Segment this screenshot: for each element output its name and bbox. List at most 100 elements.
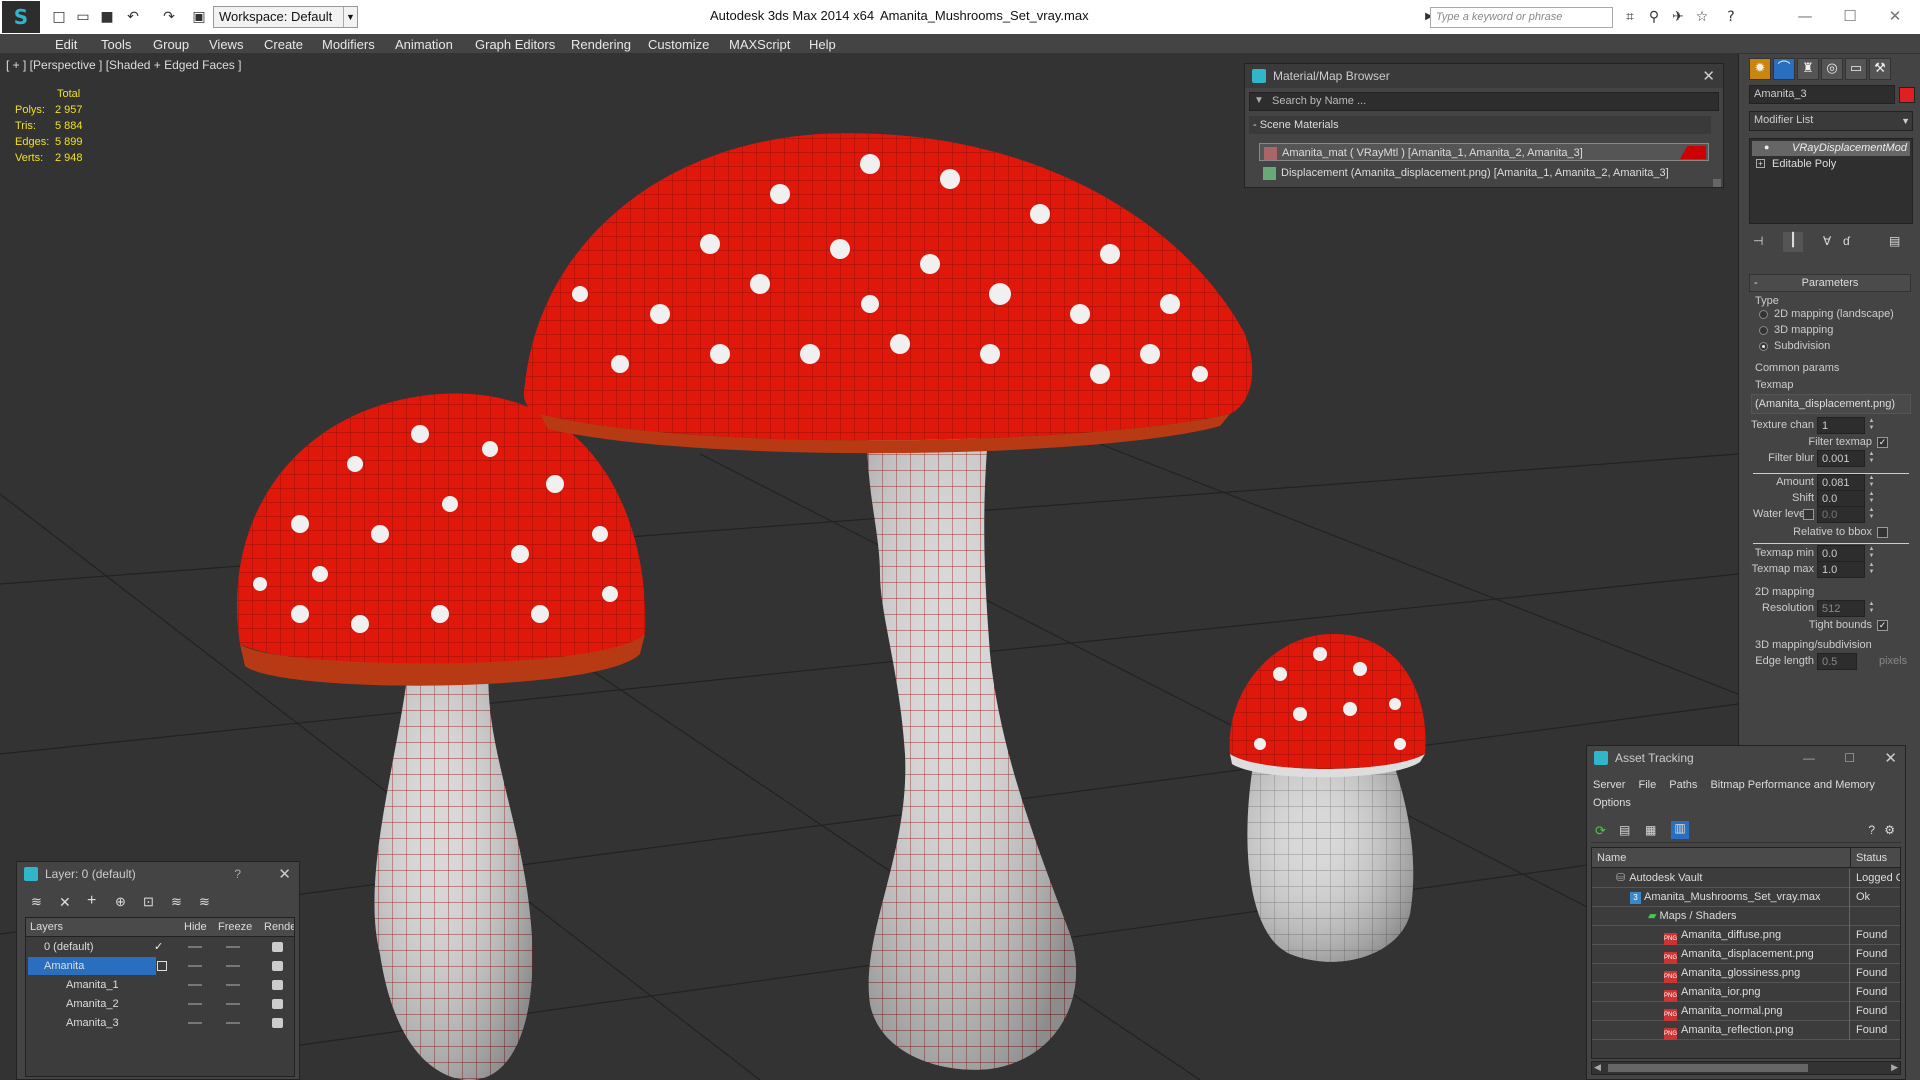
col-name[interactable]: Name	[1597, 848, 1626, 868]
col-render[interactable]: Render	[264, 918, 294, 937]
asset-row[interactable]: PNG Amanita_normal.png Found	[1592, 1002, 1900, 1021]
radio-3d-mapping[interactable]	[1759, 326, 1768, 335]
texmap-button[interactable]: (Amanita_displacement.png)	[1751, 394, 1911, 414]
asset-row[interactable]: 3 Amanita_Mushrooms_Set_vray.max Ok	[1592, 888, 1900, 907]
asset-row[interactable]: PNG Amanita_glossiness.png Found	[1592, 964, 1900, 983]
modifier-stack-item-editable-poly[interactable]: Editable Poly	[1752, 157, 1910, 172]
col-status[interactable]: Status	[1856, 848, 1887, 868]
filter-texmap-checkbox[interactable]: ✓	[1877, 437, 1888, 448]
relative-bbox-checkbox[interactable]	[1877, 527, 1888, 538]
help-icon[interactable]: ?	[1722, 8, 1740, 26]
create-tab-icon[interactable]: ✹	[1749, 58, 1771, 80]
render-teapot-icon[interactable]	[272, 999, 283, 1009]
spinner-icon[interactable]: ▲ ▼	[1867, 601, 1876, 616]
filter-blur-input[interactable]: 0.001	[1817, 450, 1865, 467]
col-layers[interactable]: Layers	[30, 918, 63, 937]
configure-modifier-sets-icon[interactable]: ▤	[1889, 234, 1900, 248]
spinner-icon[interactable]: ▲ ▼	[1867, 562, 1876, 577]
maximize-button[interactable]: ☐	[1844, 746, 1855, 770]
new-file-icon[interactable]: □	[50, 8, 68, 26]
render-teapot-icon[interactable]	[272, 1018, 283, 1028]
menu-file[interactable]: File	[1638, 779, 1656, 791]
thumbnail-view-icon[interactable]: ▦	[1645, 823, 1656, 837]
lightbulb-icon[interactable]: ●	[1764, 142, 1769, 152]
amount-input[interactable]: 0.081	[1817, 474, 1865, 491]
favorites-star-icon[interactable]: ☆	[1693, 8, 1711, 26]
layer-row-amanita[interactable]: Amanita	[26, 957, 294, 975]
help-icon[interactable]: ?	[234, 862, 241, 886]
subscription-icon[interactable]: ⚲	[1645, 8, 1663, 26]
texture-chan-input[interactable]: 1	[1817, 417, 1865, 434]
menu-help[interactable]: Help	[809, 37, 836, 52]
layer-row-default[interactable]: 0 (default) ✓	[26, 938, 294, 956]
texmap-max-input[interactable]: 1.0	[1817, 561, 1865, 578]
material-search-field[interactable]: ▼ Search by Name ...	[1249, 92, 1719, 111]
menu-paths[interactable]: Paths	[1669, 779, 1697, 791]
add-layer-icon[interactable]: +	[87, 892, 96, 910]
spinner-icon[interactable]: ▲ ▼	[1867, 451, 1876, 466]
layer-manager-icon[interactable]: ≋	[31, 894, 42, 910]
asset-tracking-header[interactable]: Asset Tracking — ☐ ✕	[1587, 746, 1905, 770]
delete-layer-icon[interactable]: ✕	[59, 894, 71, 911]
menu-modifiers[interactable]: Modifiers	[322, 37, 375, 52]
water-level-checkbox[interactable]	[1803, 509, 1814, 520]
spinner-icon[interactable]: ▲ ▼	[1867, 546, 1876, 561]
motion-tab-icon[interactable]: ◎	[1821, 58, 1843, 80]
remove-modifier-icon[interactable]: ɗ	[1843, 234, 1850, 248]
active-layer-check-icon[interactable]: ✓	[154, 938, 163, 956]
horizontal-scrollbar[interactable]: ◀ ▶	[1591, 1061, 1901, 1075]
asset-row[interactable]: PNG Amanita_reflection.png Found	[1592, 1021, 1900, 1040]
close-icon[interactable]: ✕	[1702, 64, 1715, 88]
layer-object-row[interactable]: Amanita_2	[26, 995, 294, 1013]
undo-icon[interactable]: ↶	[124, 8, 142, 26]
texmap-min-input[interactable]: 0.0	[1817, 545, 1865, 562]
resolution-input[interactable]: 512	[1817, 600, 1865, 617]
object-color-swatch[interactable]	[1899, 87, 1915, 103]
asset-row[interactable]: PNG Amanita_displacement.png Found	[1592, 945, 1900, 964]
water-level-input[interactable]: 0.0	[1817, 506, 1865, 523]
menu-server[interactable]: Server	[1593, 779, 1625, 791]
menu-create[interactable]: Create	[264, 37, 303, 52]
modify-tab-icon[interactable]: ⌒	[1773, 58, 1795, 80]
radio-subdivision[interactable]	[1759, 342, 1768, 351]
table-view-icon[interactable]: ▥	[1671, 821, 1689, 839]
edge-length-input[interactable]: 0.5	[1817, 653, 1857, 670]
highlight-layer-icon[interactable]: ≋	[171, 894, 182, 910]
display-tab-icon[interactable]: ▭	[1845, 58, 1867, 80]
menu-views[interactable]: Views	[209, 37, 243, 52]
modifier-stack-item-vraydisplacement[interactable]: VRayDisplacementMod	[1752, 141, 1910, 156]
expand-plus-icon[interactable]: +	[1756, 159, 1765, 168]
menu-tools[interactable]: Tools	[101, 37, 131, 52]
save-file-icon[interactable]: ■	[98, 8, 116, 26]
render-teapot-icon[interactable]	[272, 961, 283, 971]
layer-explorer-header[interactable]: Layer: 0 (default) ? ✕	[17, 862, 299, 886]
menu-group[interactable]: Group	[153, 37, 189, 52]
tight-bounds-checkbox[interactable]: ✓	[1877, 620, 1888, 631]
maximize-button[interactable]: ☐	[1835, 4, 1865, 28]
menu-bitmap-performance[interactable]: Bitmap Performance and Memory	[1710, 779, 1874, 791]
close-button[interactable]: ✕	[1880, 4, 1910, 28]
radio-2d-mapping[interactable]	[1759, 310, 1768, 319]
spinner-icon[interactable]: ▲ ▼	[1867, 507, 1876, 522]
menu-edit[interactable]: Edit	[55, 37, 77, 52]
layer-object-row[interactable]: Amanita_3	[26, 1014, 294, 1032]
col-freeze[interactable]: Freeze	[218, 918, 252, 937]
spinner-icon[interactable]: ▲ ▼	[1867, 491, 1876, 506]
show-end-result-icon[interactable]: ┃	[1783, 232, 1803, 252]
search-dropdown-icon[interactable]: ▼	[1254, 95, 1264, 106]
close-icon[interactable]: ✕	[1884, 746, 1897, 770]
refresh-icon[interactable]: ⟳	[1595, 823, 1606, 839]
material-item-amanita-mat[interactable]: Amanita_mat ( VRayMtl ) [Amanita_1, Aman…	[1259, 143, 1709, 161]
utilities-tab-icon[interactable]: ⚒	[1869, 58, 1891, 80]
object-name-field[interactable]: Amanita_3	[1749, 85, 1895, 104]
parameters-rollout-header[interactable]: - Parameters	[1749, 274, 1911, 292]
menu-graph-editors[interactable]: Graph Editors	[475, 37, 555, 52]
app-logo-button[interactable]: S	[2, 1, 40, 33]
material-browser-header[interactable]: Material/Map Browser ✕	[1245, 64, 1723, 88]
open-file-icon[interactable]: ▭	[74, 8, 92, 26]
scrollbar[interactable]	[1713, 179, 1721, 187]
project-folder-icon[interactable]: ▣	[190, 8, 208, 26]
asset-row[interactable]: ▰ Maps / Shaders	[1592, 907, 1900, 926]
render-teapot-icon[interactable]	[272, 980, 283, 990]
close-icon[interactable]: ✕	[278, 862, 291, 886]
